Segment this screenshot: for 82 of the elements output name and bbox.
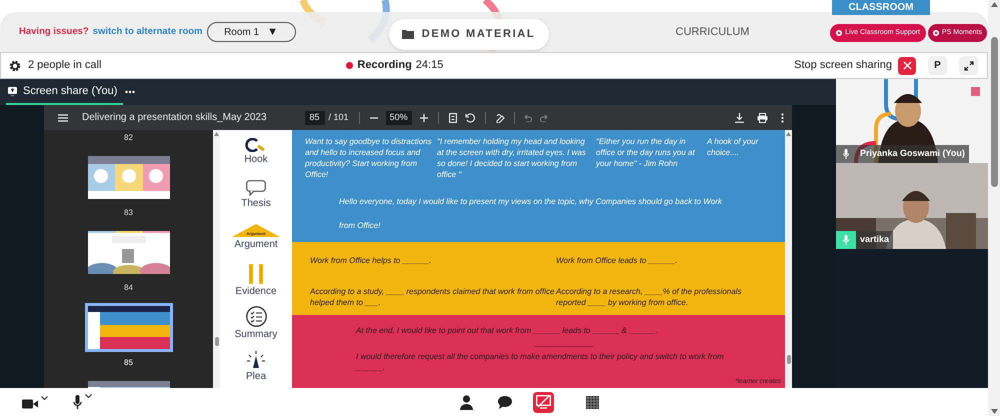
scroll-down-icon[interactable] bbox=[990, 409, 998, 414]
close-circle-icon bbox=[932, 30, 939, 36]
screen-share-button[interactable] bbox=[533, 392, 554, 412]
microphone-button[interactable] bbox=[73, 394, 92, 410]
fit-page-icon[interactable] bbox=[448, 112, 457, 122]
microphone-icon bbox=[843, 149, 849, 159]
page-number: 84 bbox=[124, 283, 133, 293]
stage-label: Evidence bbox=[235, 286, 277, 298]
presenter-button[interactable]: P bbox=[928, 56, 947, 75]
more-icon[interactable] bbox=[125, 90, 136, 94]
camera-button[interactable] bbox=[22, 396, 48, 408]
zoom-field[interactable]: 50% bbox=[386, 110, 412, 124]
menu-icon[interactable] bbox=[58, 114, 68, 122]
download-icon[interactable] bbox=[735, 112, 744, 122]
page-thumbnail[interactable] bbox=[84, 303, 172, 352]
page-number: 82 bbox=[124, 133, 133, 143]
slide-text: According to a research, ____% of the professionals reported ____ by working from office. bbox=[556, 286, 742, 308]
slide-text: "I remember holding my head and looking at the screen with dry, irritated eyes. I was so done! I decided to start working from office " bbox=[437, 136, 587, 180]
page-total: / 101 bbox=[328, 110, 349, 124]
room-dropdown[interactable]: Room 1 ▼ bbox=[206, 22, 296, 42]
grid-icon[interactable] bbox=[586, 396, 599, 408]
scroll-up-icon[interactable] bbox=[990, 2, 998, 7]
chat-icon[interactable] bbox=[498, 396, 512, 408]
caret-icon bbox=[85, 394, 92, 398]
recording-label: Recording bbox=[357, 58, 412, 74]
participant-name: Priyanka Goswami (You) bbox=[856, 145, 969, 163]
more-icon[interactable] bbox=[781, 112, 784, 122]
rotate-icon[interactable] bbox=[464, 112, 475, 122]
slide-text: Work from Office leads to ______. bbox=[556, 254, 678, 266]
document-title: Delivering a presentation skills_May 2023 bbox=[82, 111, 267, 125]
scroll-up-icon[interactable] bbox=[214, 132, 219, 136]
microphone-icon bbox=[73, 395, 82, 410]
slide-text: At the end, I would like to point out that work from ______ leads to ______ & ______. bbox=[356, 324, 658, 336]
microphone-icon bbox=[843, 235, 849, 245]
slide-text: A hook of your choice.... bbox=[707, 136, 760, 159]
page-number: 85 bbox=[124, 358, 133, 368]
participant-count: 2 people in call bbox=[28, 58, 102, 74]
scrollbar-thumb[interactable] bbox=[214, 337, 218, 346]
stop-sharing-button[interactable] bbox=[898, 56, 916, 74]
slide-text: "Either you run the day in office or the day runs you at your home" - Jim Rohn bbox=[596, 136, 696, 170]
scroll-up-icon[interactable] bbox=[786, 132, 791, 136]
stage-label: Hook bbox=[244, 154, 268, 166]
speech-bubble-icon bbox=[246, 180, 266, 196]
page-number: 83 bbox=[124, 208, 133, 218]
caret-icon bbox=[41, 396, 48, 400]
page-number-field[interactable]: 85 bbox=[304, 110, 325, 124]
checklist-icon bbox=[246, 306, 266, 327]
settings-icon[interactable] bbox=[9, 60, 21, 72]
slide-text: According to a study, ____ respondents claimed that work from office helped them to ___. bbox=[310, 286, 556, 308]
screen-share-icon bbox=[8, 86, 17, 96]
scrollbar-thumb[interactable] bbox=[990, 37, 998, 187]
stop-sharing-label: Stop screen sharing bbox=[794, 58, 892, 74]
annotate-icon[interactable] bbox=[496, 112, 506, 122]
stage-label: Plea bbox=[246, 370, 266, 382]
slide-text: I would therefore request all the companies to make amendments to their policy and switch to work from ______. bbox=[356, 350, 725, 373]
evidence-bars-icon bbox=[247, 264, 265, 284]
curriculum-tab[interactable]: CURRICULUM bbox=[676, 24, 750, 40]
close-circle-icon bbox=[836, 30, 842, 36]
stage-label: Thesis bbox=[241, 198, 271, 210]
classroom-tab[interactable]: CLASSROOM bbox=[832, 0, 930, 15]
zoom-in-icon[interactable] bbox=[420, 114, 428, 122]
fullscreen-button[interactable] bbox=[959, 56, 978, 75]
demo-material-button[interactable]: DEMO MATERIAL bbox=[388, 18, 549, 50]
slide-text: Hello everyone, today I would like to present my views on the topic, why Companies should go back to Work from Office! bbox=[339, 197, 722, 230]
participants-icon[interactable] bbox=[460, 394, 473, 410]
expand-icon bbox=[964, 60, 974, 70]
folder-icon bbox=[402, 29, 414, 39]
video-camera-icon bbox=[22, 398, 38, 408]
issue-label: Having issues? bbox=[19, 24, 89, 39]
slide-text: Work from Office helps to ______. bbox=[310, 254, 432, 266]
hook-pencil-icon bbox=[245, 138, 267, 152]
close-icon bbox=[902, 61, 912, 70]
redo-icon[interactable] bbox=[540, 114, 549, 122]
print-icon[interactable] bbox=[757, 112, 768, 122]
scrollbar-thumb[interactable] bbox=[786, 355, 790, 364]
undo-icon[interactable] bbox=[522, 114, 532, 122]
stage-label: Summary bbox=[234, 329, 278, 341]
stage-label: Argument bbox=[234, 239, 278, 251]
screen-share-off-icon bbox=[536, 395, 551, 409]
recording-time: 24:15 bbox=[416, 58, 444, 74]
slide-text: Want to say goodbye to distractions and hello to increased focus and productivity? Start working from Office! bbox=[305, 136, 433, 180]
participant-name: vartika bbox=[856, 231, 894, 249]
